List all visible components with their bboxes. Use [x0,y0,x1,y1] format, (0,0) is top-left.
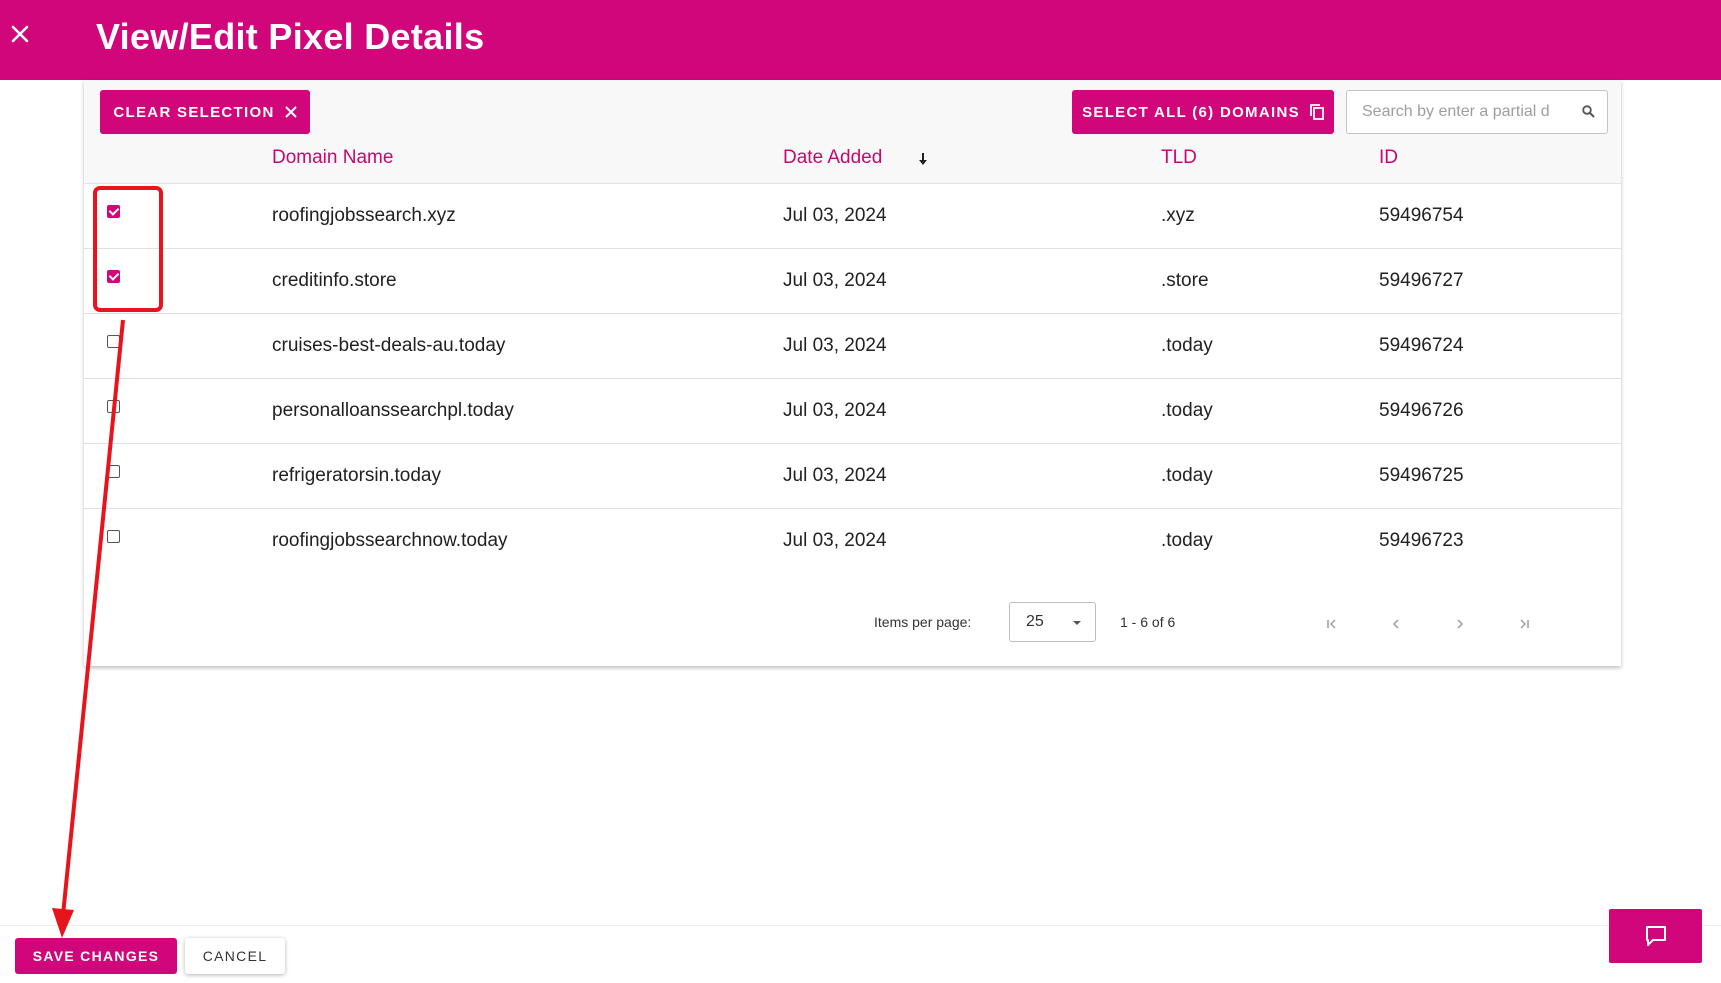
annotation-arrow [52,319,125,938]
